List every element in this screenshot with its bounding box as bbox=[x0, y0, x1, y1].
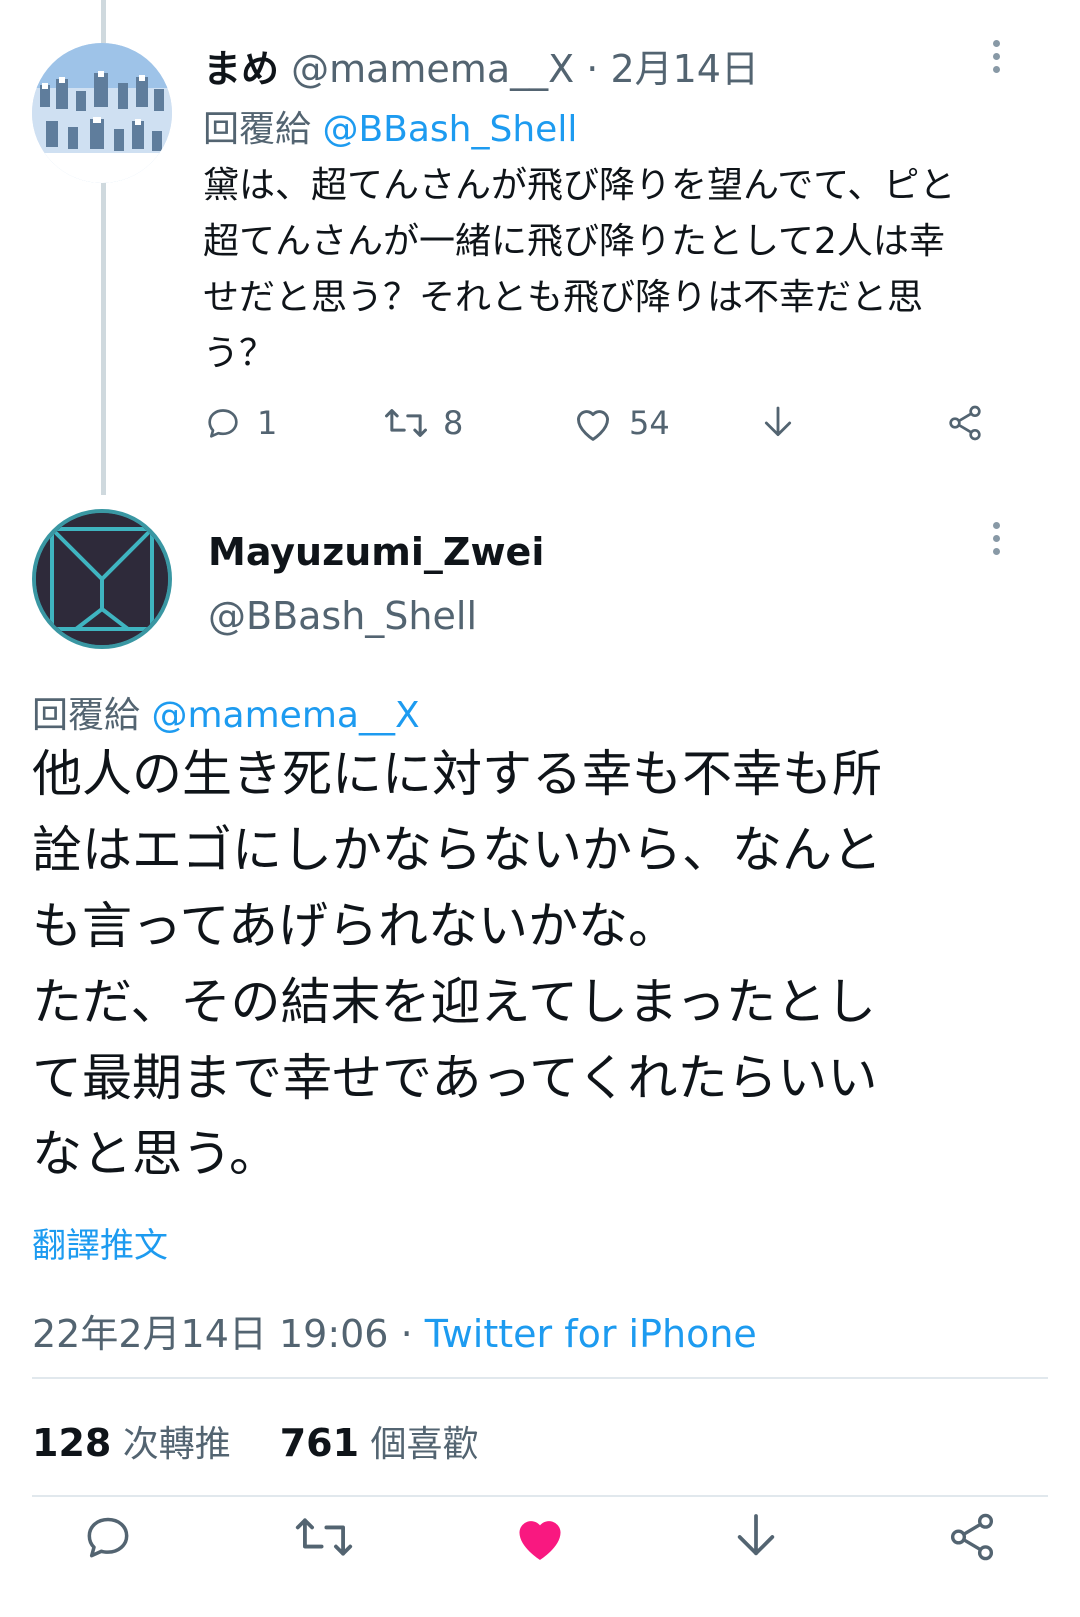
main-action-bar bbox=[0, 1505, 1080, 1575]
parent-action-bar: 1 8 54 bbox=[203, 403, 1053, 453]
reply-icon bbox=[87, 1517, 129, 1558]
avatar-mayuzumi[interactable] bbox=[32, 509, 172, 649]
avatar-mamema[interactable] bbox=[32, 43, 172, 183]
heart-icon bbox=[576, 410, 609, 441]
geometric-logo-avatar-image bbox=[36, 513, 168, 645]
main-reply-prefix: 回覆給 bbox=[32, 695, 141, 736]
stats-bottom-divider bbox=[32, 1495, 1048, 1497]
main-handle[interactable]: @BBash_Shell bbox=[208, 594, 477, 638]
parent-more-options-icon[interactable] bbox=[981, 36, 1011, 76]
parent-share-button[interactable] bbox=[945, 403, 985, 443]
main-reply-handle-link[interactable]: @mamema__X bbox=[151, 695, 419, 736]
tweet-timestamp-line: 22年2月14日 19:06 · Twitter for iPhone bbox=[32, 1303, 757, 1358]
main-reply-context: 回覆給 @mamema__X bbox=[32, 686, 420, 738]
parent-reply-prefix: 回覆給 bbox=[203, 109, 312, 150]
parent-like-button[interactable]: 54 bbox=[571, 403, 670, 443]
main-retweet-button[interactable] bbox=[292, 1505, 356, 1569]
main-like-button[interactable] bbox=[508, 1505, 572, 1569]
retweet-icon bbox=[385, 409, 427, 437]
main-reply-button[interactable] bbox=[76, 1505, 140, 1569]
parent-reply-context: 回覆給 @BBash_Shell bbox=[203, 100, 577, 152]
stats-top-divider bbox=[32, 1377, 1048, 1379]
snow-landscape-avatar-image bbox=[32, 43, 172, 183]
retweets-label: 次轉推 bbox=[122, 1424, 231, 1465]
share-icon bbox=[949, 405, 981, 441]
retweets-stat[interactable]: 128 次轉推 bbox=[32, 1421, 242, 1465]
main-more-options-icon[interactable] bbox=[981, 518, 1011, 558]
main-display-name[interactable]: Mayuzumi_Zwei bbox=[208, 530, 544, 574]
parent-like-count: 54 bbox=[629, 404, 670, 442]
parent-reply-handle-link[interactable]: @BBash_Shell bbox=[322, 109, 577, 150]
download-arrow-icon bbox=[764, 406, 792, 437]
parent-retweet-button[interactable]: 8 bbox=[383, 403, 463, 443]
tweet-client-link[interactable]: Twitter for iPhone bbox=[425, 1312, 757, 1356]
main-tweet-text: 他人の生き死にに対する幸も不幸も所 詮はエゴにしかならないから、なんと も言って… bbox=[32, 745, 882, 1183]
retweet-icon bbox=[295, 1518, 353, 1556]
parent-reply-button[interactable]: 1 bbox=[203, 403, 277, 443]
share-icon bbox=[950, 1513, 994, 1561]
download-arrow-icon bbox=[737, 1514, 775, 1556]
parent-retweet-count: 8 bbox=[443, 404, 464, 442]
parent-tweet-text: 黛は、超てんさんが飛び降りを望んでて、ピと 超てんさんが一緒に飛び降りたとして2… bbox=[203, 165, 956, 374]
tweet-timestamp: 22年2月14日 19:06 bbox=[32, 1312, 389, 1356]
translate-tweet-link[interactable]: 翻譯推文 bbox=[32, 1218, 168, 1267]
retweets-count: 128 bbox=[32, 1421, 112, 1465]
likes-label: 個喜歡 bbox=[370, 1424, 479, 1465]
parent-handle[interactable]: @mamema__X bbox=[291, 47, 574, 91]
parent-tweet-header: まめ @mamema__X · 2月14日 bbox=[203, 38, 759, 93]
likes-count: 761 bbox=[279, 1421, 360, 1465]
timestamp-separator: · bbox=[400, 1312, 413, 1356]
parent-header-separator: · bbox=[586, 47, 599, 91]
likes-stat[interactable]: 761 個喜歡 bbox=[279, 1421, 479, 1465]
heart-filled-icon bbox=[519, 1521, 561, 1560]
tweet-stats: 128 次轉推 761 個喜歡 bbox=[32, 1415, 479, 1467]
parent-reply-count: 1 bbox=[257, 404, 278, 442]
reply-icon bbox=[208, 409, 238, 438]
main-share-button[interactable] bbox=[940, 1505, 1004, 1569]
parent-date[interactable]: 2月14日 bbox=[610, 47, 759, 91]
parent-display-name[interactable]: まめ bbox=[203, 47, 279, 91]
main-download-button[interactable] bbox=[724, 1505, 788, 1569]
parent-download-button[interactable] bbox=[758, 403, 798, 443]
